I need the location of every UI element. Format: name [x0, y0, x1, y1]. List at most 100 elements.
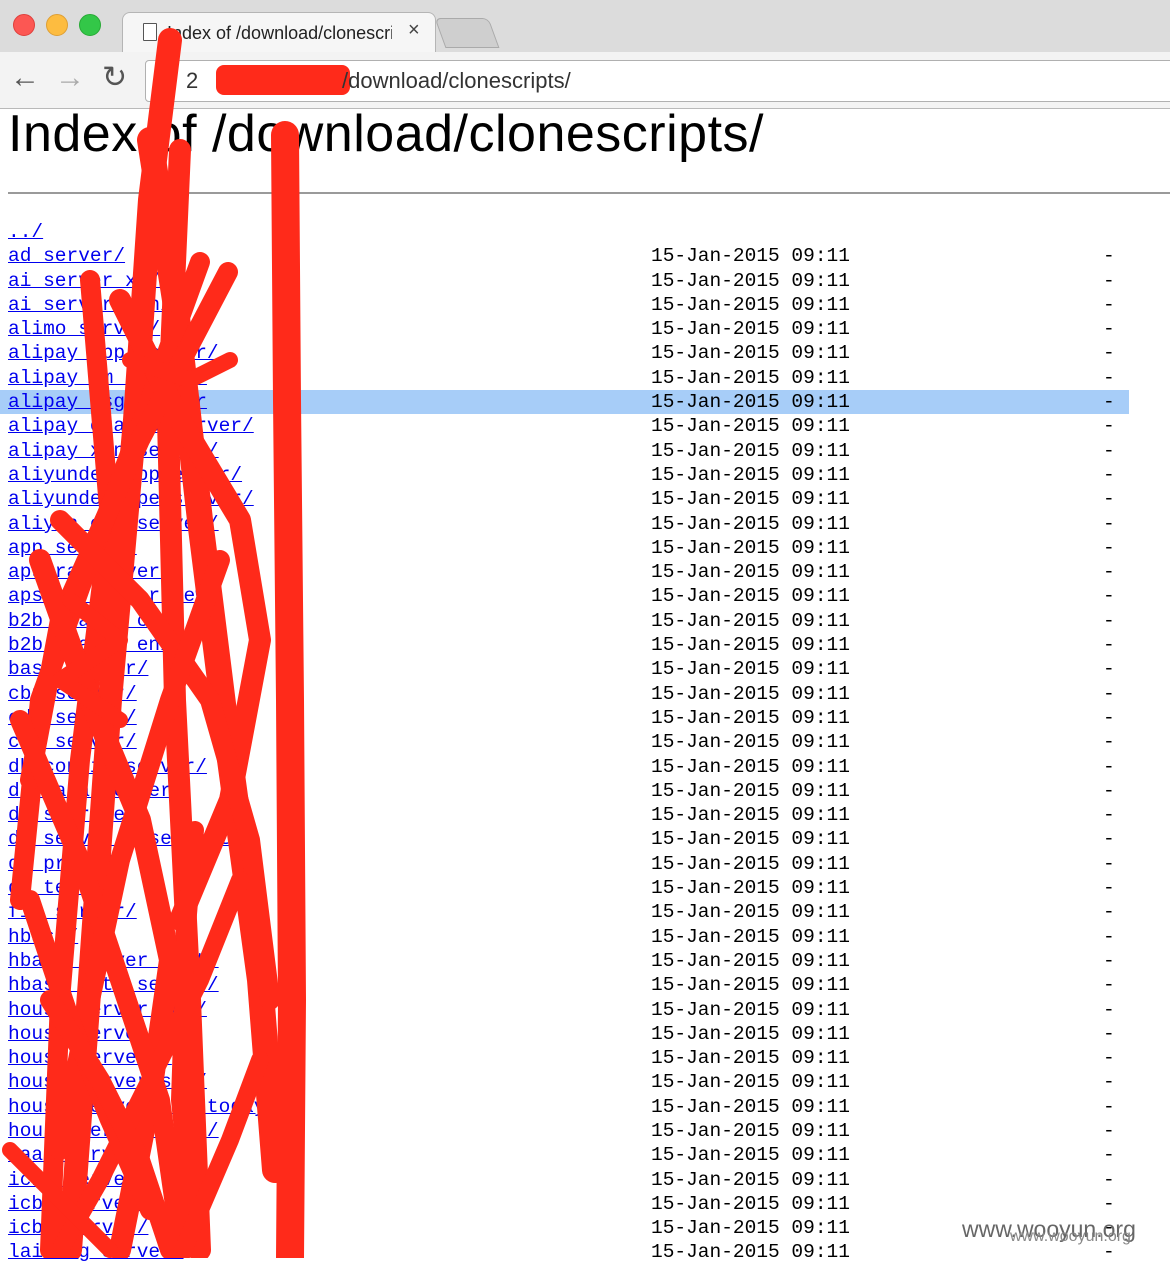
- list-item: hbase_server_test/15-Jan-2015 09:11 -: [0, 949, 1170, 973]
- list-item: alipay_app_server/15-Jan-2015 09:11 -: [0, 341, 1170, 365]
- file-size: -: [1103, 463, 1115, 486]
- directory-link[interactable]: alipay_app_server/: [8, 341, 219, 365]
- directory-link[interactable]: db_proxy/: [8, 852, 113, 876]
- directory-link[interactable]: app_server/: [8, 536, 137, 560]
- directory-link[interactable]: house_server_/: [8, 1046, 172, 1070]
- directory-link[interactable]: db_storage/: [8, 803, 137, 827]
- directory-link[interactable]: iaas_server/: [8, 1143, 148, 1167]
- directory-link[interactable]: house_server/: [8, 1022, 160, 1046]
- file-size: -: [1103, 949, 1115, 972]
- maximize-window-button[interactable]: [79, 14, 101, 36]
- modified-date: 15-Jan-2015 09:11: [651, 925, 850, 948]
- list-item: apsara_server_new/15-Jan-2015 09:11 -: [0, 584, 1170, 608]
- address-bar[interactable]: 2 /download/clonescripts/: [145, 60, 1170, 102]
- directory-link[interactable]: base_server/: [8, 657, 148, 681]
- directory-link[interactable]: apsara_server/: [8, 560, 172, 584]
- list-item: ad_server/15-Jan-2015 09:11 -: [0, 244, 1170, 268]
- file-size: -: [1103, 804, 1115, 827]
- file-size: -: [1103, 1022, 1115, 1045]
- modified-date: 15-Jan-2015 09:11: [651, 658, 850, 681]
- minimize-window-button[interactable]: [46, 14, 68, 36]
- list-item: db_test/15-Jan-2015 09:11 -: [0, 876, 1170, 900]
- directory-link[interactable]: house_server_shi_today/: [8, 1095, 277, 1119]
- directory-link[interactable]: hbase/: [8, 925, 78, 949]
- modified-date: 15-Jan-2015 09:11: [651, 828, 850, 851]
- file-size: -: [1103, 269, 1115, 292]
- directory-link[interactable]: icbu_server/: [8, 1168, 148, 1192]
- directory-link[interactable]: house_server_shi/: [8, 1070, 207, 1094]
- parent-directory-link[interactable]: ../: [8, 220, 43, 244]
- directory-link[interactable]: ai_server_xen/: [8, 293, 172, 317]
- directory-link[interactable]: laiwang_server/: [8, 1240, 184, 1264]
- modified-date: 15-Jan-2015 09:11: [651, 998, 850, 1021]
- file-size: -: [1103, 439, 1115, 462]
- active-tab[interactable]: Index of /download/clonescripts/ ×: [122, 12, 436, 53]
- directory-link[interactable]: alipay_xen_server/: [8, 439, 219, 463]
- modified-date: 15-Jan-2015 09:11: [651, 901, 850, 924]
- directory-link[interactable]: fin_server/: [8, 900, 137, 924]
- modified-date: 15-Jan-2015 09:11: [651, 561, 850, 584]
- directory-link[interactable]: aliyunder_appserver/: [8, 463, 242, 487]
- reload-icon[interactable]: ↻: [102, 60, 127, 96]
- url-redaction: [216, 65, 350, 95]
- directory-link[interactable]: alipay_km_server/: [8, 366, 207, 390]
- list-item: hbase/15-Jan-2015 09:11 -: [0, 925, 1170, 949]
- directory-link[interactable]: alipay_msg_server: [8, 390, 207, 414]
- directory-link[interactable]: house_server_test/: [8, 1119, 219, 1143]
- directory-link[interactable]: ad_server/: [8, 244, 125, 268]
- directory-link[interactable]: icbu_server/: [8, 1192, 148, 1216]
- modified-date: 15-Jan-2015 09:11: [651, 439, 850, 462]
- directory-link[interactable]: alipay_oracle_server/: [8, 414, 254, 438]
- list-item: hbase_data_server/15-Jan-2015 09:11 -: [0, 973, 1170, 997]
- list-item: db_data_server/15-Jan-2015 09:11 -: [0, 779, 1170, 803]
- directory-link[interactable]: alimo_server/: [8, 317, 160, 341]
- directory-link[interactable]: db_data_server/: [8, 779, 184, 803]
- directory-link[interactable]: cbu_server/: [8, 682, 137, 706]
- back-icon[interactable]: ←: [10, 60, 40, 96]
- tab-close-icon[interactable]: ×: [408, 19, 420, 42]
- modified-date: 15-Jan-2015 09:11: [651, 1217, 850, 1240]
- file-size: -: [1103, 488, 1115, 511]
- directory-link[interactable]: aliyun_com_server/: [8, 512, 219, 536]
- list-item: app_server/15-Jan-2015 09:11 -: [0, 536, 1170, 560]
- directory-link[interactable]: cdo_server/: [8, 730, 137, 754]
- new-tab-button[interactable]: [434, 18, 500, 48]
- url-path: /download/clonescripts/: [342, 68, 571, 93]
- modified-date: 15-Jan-2015 09:11: [651, 488, 850, 511]
- directory-link[interactable]: db_config_server/: [8, 755, 207, 779]
- list-item: house_server_shi_today/15-Jan-2015 09:11…: [0, 1095, 1170, 1119]
- directory-listing: ../ ad_server/15-Jan-2015 09:11- ai_serve…: [0, 220, 1170, 1265]
- close-window-button[interactable]: [13, 14, 35, 36]
- file-size: -: [1103, 755, 1115, 778]
- list-item: house_server_test/15-Jan-2015 09:11 -: [0, 1119, 1170, 1143]
- modified-date: 15-Jan-2015 09:11: [651, 1119, 850, 1142]
- directory-link[interactable]: hbase_server_test/: [8, 949, 219, 973]
- modified-date: 15-Jan-2015 09:11: [651, 609, 850, 632]
- directory-link[interactable]: b2b_search_cn/: [8, 609, 172, 633]
- file-size: -: [1103, 561, 1115, 584]
- list-item: cbu_server/15-Jan-2015 09:11 -: [0, 682, 1170, 706]
- directory-link[interactable]: icbu_server/: [8, 1216, 148, 1240]
- modified-date: 15-Jan-2015 09:11: [651, 391, 850, 414]
- directory-link[interactable]: ai_server_xc/: [8, 269, 160, 293]
- file-size: -: [1103, 901, 1115, 924]
- file-size: -: [1103, 974, 1115, 997]
- file-size: -: [1103, 779, 1115, 802]
- modified-date: 15-Jan-2015 09:11: [651, 779, 850, 802]
- directory-link[interactable]: db_test/: [8, 876, 102, 900]
- modified-date: 15-Jan-2015 09:11: [651, 293, 850, 316]
- directory-link[interactable]: db_server_base_test/: [8, 827, 242, 851]
- directory-link[interactable]: cdn_server/: [8, 706, 137, 730]
- directory-link[interactable]: b2b_search_en/: [8, 633, 172, 657]
- forward-icon[interactable]: →: [55, 60, 85, 96]
- list-item: db_config_server/15-Jan-2015 09:11 -: [0, 755, 1170, 779]
- modified-date: 15-Jan-2015 09:11: [651, 415, 850, 438]
- directory-link[interactable]: house_server_new/: [8, 998, 207, 1022]
- modified-date: 15-Jan-2015 09:11: [651, 1192, 850, 1215]
- file-size: -: [1103, 512, 1115, 535]
- directory-link[interactable]: hbase_data_server/: [8, 973, 219, 997]
- directory-link[interactable]: aliyunder_openserver/: [8, 487, 254, 511]
- directory-link[interactable]: apsara_server_new/: [8, 584, 219, 608]
- file-size: -: [1103, 731, 1115, 754]
- file-size: -: [1103, 609, 1115, 632]
